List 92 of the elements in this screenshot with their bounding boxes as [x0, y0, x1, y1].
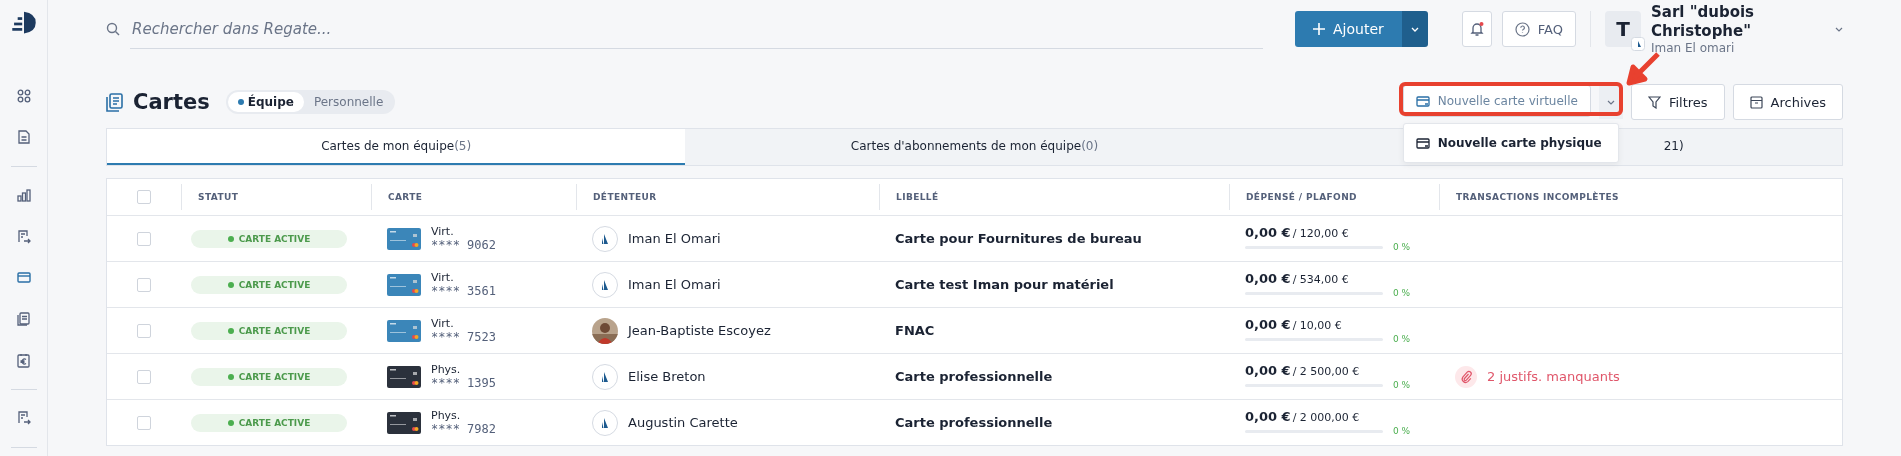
spent-amount: 0,00 € [1245, 363, 1291, 378]
search-field[interactable]: Rechercher dans Regate... [106, 11, 1264, 47]
checkbox[interactable] [137, 369, 151, 384]
card-number: **** 1395 [431, 376, 497, 390]
page-title: Cartes [133, 90, 210, 114]
checkbox[interactable] [137, 323, 151, 338]
documents-icon [106, 92, 123, 112]
scope-toggle[interactable]: Personnelle [303, 92, 394, 112]
percent-label: 0 % [1393, 334, 1411, 344]
percent-label: 0 % [1393, 288, 1411, 298]
search-icon [106, 22, 120, 36]
tab[interactable]: Cartes d'abonnements de mon équipe(0) [685, 129, 1264, 165]
limit-amount: / 120,00 € [1292, 227, 1349, 240]
paperclip-icon [1455, 365, 1477, 388]
add-button[interactable]: Ajouter [1295, 11, 1402, 47]
apps-icon [16, 88, 31, 103]
logo-icon[interactable] [10, 10, 37, 36]
card-icon [1415, 137, 1430, 149]
archives-button[interactable]: Archives [1732, 84, 1843, 120]
card-type: Virt. [431, 271, 455, 284]
status-badge: CARTE ACTIVE [191, 275, 347, 294]
card-type: Virt. [431, 225, 455, 238]
percent-label: 0 % [1393, 380, 1411, 390]
tab[interactable]: Cartes de mon équipe(5) [107, 129, 686, 165]
checkbox[interactable] [137, 415, 151, 430]
limit-amount: / 10,00 € [1292, 319, 1342, 332]
card-label: Carte professionnelle [895, 415, 1053, 430]
documents-icon [17, 312, 30, 327]
holder-name: Iman El Omari [628, 277, 721, 292]
filter-icon [1647, 95, 1661, 109]
card-type: Virt. [431, 317, 455, 330]
card-label: Carte pour Fournitures de bureau [895, 231, 1142, 246]
card-number: **** 7523 [431, 330, 497, 344]
card-icon [1415, 95, 1430, 107]
card-type: Phys. [431, 409, 462, 422]
bar-chart-icon [16, 188, 31, 202]
column-header: DÉTENTEUR [593, 192, 657, 202]
percent-label: 0 % [1393, 426, 1411, 436]
caret-icon [1606, 99, 1615, 105]
spent-amount: 0,00 € [1245, 409, 1291, 424]
limit-amount: / 2 500,00 € [1292, 365, 1360, 378]
menu-item[interactable]: Nouvelle carte physique [1403, 128, 1618, 158]
card-label: Carte professionnelle [895, 369, 1053, 384]
column-header: LIBELLÉ [896, 192, 939, 202]
scope-toggle[interactable]: Équipe [227, 92, 304, 112]
transfer-icon [16, 411, 31, 426]
card-number: **** 3561 [431, 284, 497, 298]
notification-button[interactable] [1461, 11, 1492, 47]
limit-amount: / 534,00 € [1292, 273, 1349, 286]
holder-name: Elise Breton [628, 369, 706, 384]
card-type: Phys. [431, 363, 462, 376]
status-badge: CARTE ACTIVE [191, 413, 347, 432]
organization-name: Sarl "dubois Christophe" [1651, 3, 1756, 41]
card-number: **** 7982 [431, 422, 497, 436]
user-name: Iman El omari [1651, 41, 1736, 55]
plus-icon [1313, 23, 1326, 35]
percent-label: 0 % [1393, 242, 1411, 252]
card-icon [16, 272, 31, 284]
card-label: Carte test Iman pour matériel [895, 277, 1114, 292]
spent-amount: 0,00 € [1245, 271, 1291, 286]
filters-button[interactable]: Filtres [1630, 84, 1725, 120]
archive-icon [1749, 95, 1763, 109]
missing-receipts-link[interactable]: 2 justifs. manquants [1487, 369, 1620, 384]
bell-icon [1468, 21, 1485, 37]
holder-name: Augustin Carette [628, 415, 738, 430]
holder-name: Jean-Baptiste Escoyez [628, 323, 771, 338]
spent-amount: 0,00 € [1245, 317, 1291, 332]
euro-icon [17, 352, 30, 368]
faq-button[interactable]: FAQ [1501, 11, 1576, 47]
card-number: **** 9062 [431, 238, 497, 252]
column-header: CARTE [388, 192, 423, 202]
checkbox[interactable] [137, 231, 151, 246]
caret-icon[interactable] [1835, 26, 1843, 32]
column-header: DÉPENSÉ / PLAFOND [1246, 192, 1357, 202]
column-header: TRANSACTIONS INCOMPLÈTES [1456, 192, 1619, 202]
caret-icon [1410, 26, 1419, 32]
document-icon [17, 130, 30, 145]
limit-amount: / 2 000,00 € [1292, 411, 1360, 424]
status-badge: CARTE ACTIVE [191, 321, 347, 340]
help-icon [1514, 21, 1530, 37]
logo-icon [1631, 37, 1645, 51]
checkbox[interactable] [137, 277, 151, 292]
holder-name: Iman El Omari [628, 231, 721, 246]
card-label: FNAC [895, 323, 935, 338]
dropdown-button[interactable] [1401, 11, 1428, 47]
annotation-arrow [1624, 51, 1661, 87]
status-badge: CARTE ACTIVE [191, 367, 347, 386]
column-header: STATUT [198, 192, 239, 202]
status-badge: CARTE ACTIVE [191, 229, 347, 248]
checkbox[interactable] [137, 190, 151, 204]
spent-amount: 0,00 € [1245, 225, 1291, 240]
transfer-icon [16, 229, 31, 244]
